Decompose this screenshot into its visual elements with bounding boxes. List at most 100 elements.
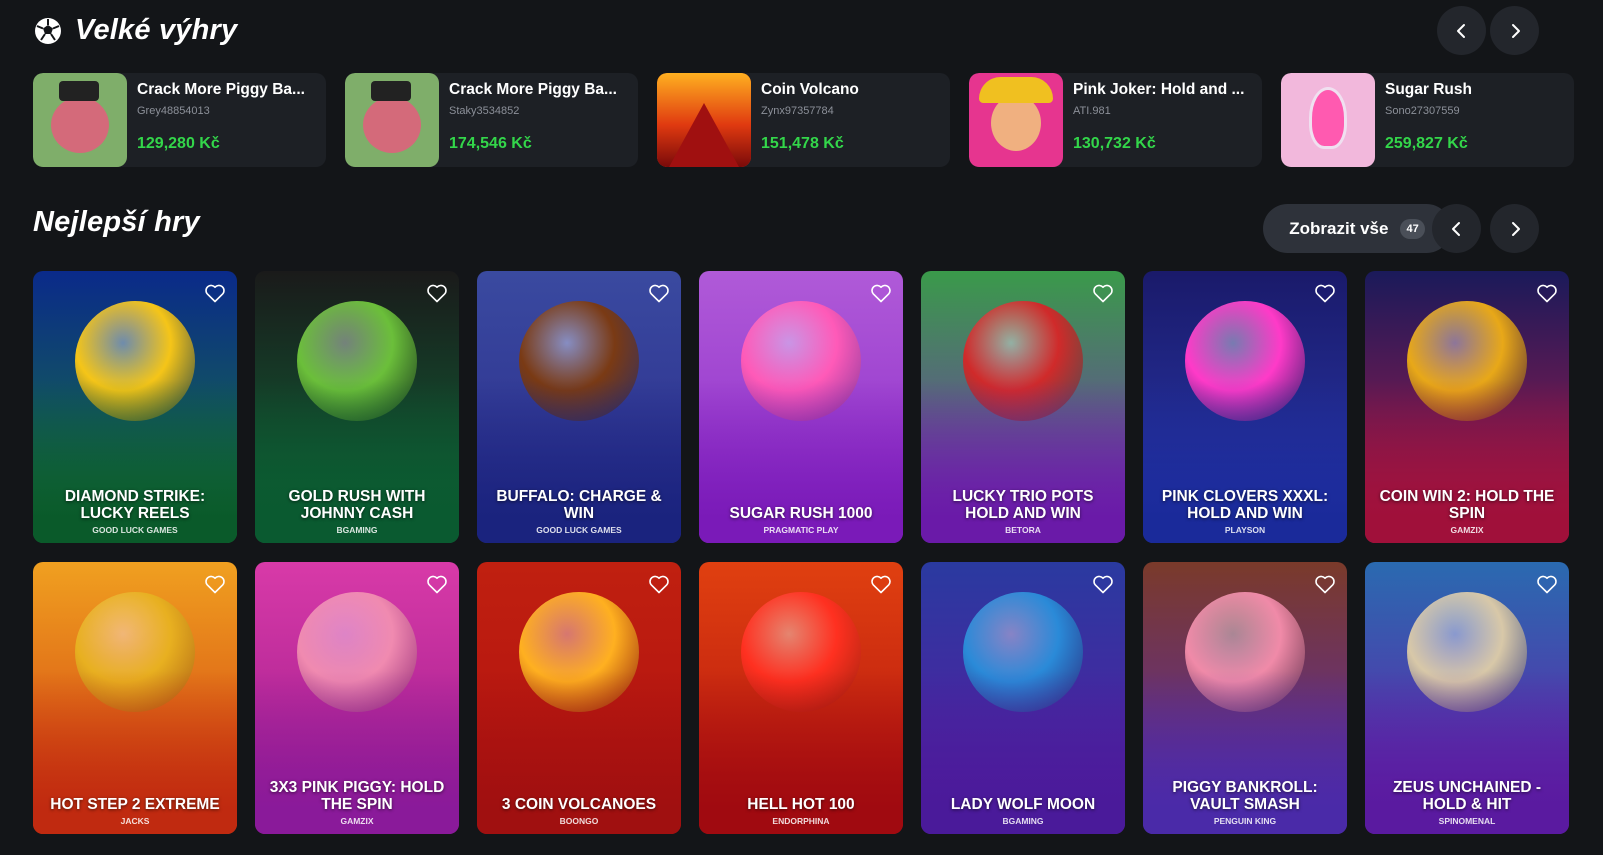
game-card[interactable]: Gold Rush with Johnny Cash BGaming: [255, 271, 459, 543]
favorite-heart-icon[interactable]: [425, 572, 449, 596]
favorite-heart-icon[interactable]: [1535, 281, 1559, 305]
game-text: Zeus Unchained - Hold & Hit Spinomenal: [1373, 779, 1561, 826]
win-info: Crack More Piggy Ba... Grey48854013 129,28…: [127, 73, 315, 167]
favorite-heart-icon[interactable]: [1091, 281, 1115, 305]
game-provider: BGaming: [1002, 816, 1044, 826]
win-game-thumbnail: [345, 73, 439, 167]
game-card[interactable]: Lucky Trio Pots Hold and Win Betora: [921, 271, 1125, 543]
win-game-name[interactable]: Crack More Piggy Ba...: [137, 81, 305, 99]
chevron-left-icon: [1456, 23, 1465, 38]
win-game-thumbnail: [33, 73, 127, 167]
favorite-heart-icon[interactable]: [425, 281, 449, 305]
game-title: Piggy Bankroll: Vault Smash: [1172, 779, 1318, 813]
win-amount: 259,827 Kč: [1385, 135, 1468, 152]
game-provider: Good Luck Games: [92, 525, 178, 535]
win-game-thumbnail: [657, 73, 751, 167]
big-wins-next-button[interactable]: [1490, 6, 1539, 55]
game-provider: Jacks: [120, 816, 150, 826]
game-card[interactable]: Buffalo: Charge & Win Good Luck Games: [477, 271, 681, 543]
win-info: Coin Volcano Zynx97357784 151,478 Kč: [751, 73, 869, 167]
favorite-heart-icon[interactable]: [869, 572, 893, 596]
best-games-grid: Diamond Strike: Lucky Reels Good Luck Gam…: [33, 271, 1569, 834]
view-all-count-badge: 47: [1400, 218, 1425, 239]
game-title: Lucky Trio Pots Hold and Win: [952, 488, 1094, 522]
win-card[interactable]: Pink Joker: Hold and ... ATI.981 130,732 K…: [969, 73, 1262, 167]
game-text: Piggy Bankroll: Vault Smash Penguin King: [1151, 779, 1339, 826]
game-provider: Playson: [1224, 525, 1266, 535]
win-game-name[interactable]: Crack More Piggy Ba...: [449, 81, 617, 99]
win-game-name[interactable]: Pink Joker: Hold and ...: [1073, 81, 1244, 99]
win-card[interactable]: Crack More Piggy Ba... Grey48854013 129,28…: [33, 73, 326, 167]
favorite-heart-icon[interactable]: [203, 281, 227, 305]
win-card[interactable]: Sugar Rush Sono27307559 259,827 Kč: [1281, 73, 1574, 167]
win-game-name[interactable]: Coin Volcano: [761, 81, 859, 99]
best-games-next-button[interactable]: [1490, 204, 1539, 253]
game-provider: Endorphina: [772, 816, 830, 826]
game-provider: Gamzix: [340, 816, 374, 826]
game-title: Hot Step 2 Extreme: [50, 796, 220, 813]
best-games-title: Nejlepší hry: [33, 206, 200, 238]
win-username: Sono27307559: [1385, 105, 1460, 117]
view-all-button[interactable]: Zobrazit vše 47: [1263, 204, 1451, 253]
game-card[interactable]: Hell Hot 100 Endorphina: [699, 562, 903, 834]
game-text: Lady Wolf Moon BGaming: [929, 796, 1117, 826]
game-title: Sugar Rush 1000: [729, 505, 873, 522]
big-wins-header: Velké výhry: [33, 14, 237, 47]
game-title: Pink Clovers XXXL: Hold and Win: [1161, 488, 1329, 522]
game-card[interactable]: Diamond Strike: Lucky Reels Good Luck Gam…: [33, 271, 237, 543]
chevron-right-icon: [1511, 23, 1520, 38]
game-card[interactable]: 3x3 Pink Piggy: Hold the Spin Gamzix: [255, 562, 459, 834]
view-all-label: Zobrazit vše: [1289, 218, 1389, 238]
win-card[interactable]: Coin Volcano Zynx97357784 151,478 Kč: [657, 73, 950, 167]
favorite-heart-icon[interactable]: [1313, 281, 1337, 305]
game-card[interactable]: 3 Coin Volcanoes Boongo: [477, 562, 681, 834]
game-provider: Penguin King: [1213, 816, 1277, 826]
game-card[interactable]: Sugar Rush 1000 Pragmatic Play: [699, 271, 903, 543]
best-games-header: Nejlepší hry: [33, 206, 200, 239]
game-title: Zeus Unchained - Hold & Hit: [1392, 779, 1542, 813]
win-username: Zynx97357784: [761, 105, 834, 117]
favorite-heart-icon[interactable]: [647, 572, 671, 596]
win-username: Grey48854013: [137, 105, 210, 117]
big-wins-list: Crack More Piggy Ba... Grey48854013 129,28…: [33, 73, 1574, 167]
game-title: Coin Win 2: Hold the Spin: [1379, 488, 1555, 522]
favorite-heart-icon[interactable]: [203, 572, 227, 596]
soccer-ball-icon: [35, 17, 61, 44]
favorite-heart-icon[interactable]: [1313, 572, 1337, 596]
favorite-heart-icon[interactable]: [647, 281, 671, 305]
game-card[interactable]: Hot Step 2 Extreme Jacks: [33, 562, 237, 834]
big-wins-title: Velké výhry: [75, 14, 238, 46]
win-amount: 174,546 Kč: [449, 135, 532, 152]
favorite-heart-icon[interactable]: [869, 281, 893, 305]
favorite-heart-icon[interactable]: [1091, 572, 1115, 596]
chevron-right-icon: [1511, 221, 1520, 236]
win-amount: 151,478 Kč: [761, 135, 844, 152]
win-card[interactable]: Crack More Piggy Ba... Staky3534852 174,54…: [345, 73, 638, 167]
game-text: Lucky Trio Pots Hold and Win Betora: [929, 488, 1117, 535]
win-game-name[interactable]: Sugar Rush: [1385, 81, 1472, 99]
game-title: Buffalo: Charge & Win: [496, 488, 662, 522]
game-title: Diamond Strike: Lucky Reels: [64, 488, 206, 522]
game-text: 3 Coin Volcanoes Boongo: [485, 796, 673, 826]
game-provider: Betora: [1005, 525, 1041, 535]
game-text: Sugar Rush 1000 Pragmatic Play: [707, 505, 895, 535]
best-games-prev-button[interactable]: [1432, 204, 1481, 253]
big-wins-prev-button[interactable]: [1437, 6, 1486, 55]
game-card[interactable]: Piggy Bankroll: Vault Smash Penguin King: [1143, 562, 1347, 834]
game-title: 3 Coin Volcanoes: [501, 796, 657, 813]
game-provider: BGaming: [336, 525, 378, 535]
game-card[interactable]: Pink Clovers XXXL: Hold and Win Playson: [1143, 271, 1347, 543]
game-title: Hell Hot 100: [747, 796, 855, 813]
game-card[interactable]: Coin Win 2: Hold the Spin Gamzix: [1365, 271, 1569, 543]
favorite-heart-icon[interactable]: [1535, 572, 1559, 596]
game-provider: Good Luck Games: [536, 525, 622, 535]
game-title: Lady Wolf Moon: [950, 796, 1096, 813]
game-text: Diamond Strike: Lucky Reels Good Luck Gam…: [41, 488, 229, 535]
win-amount: 130,732 Kč: [1073, 135, 1156, 152]
game-text: Hell Hot 100 Endorphina: [707, 796, 895, 826]
game-card[interactable]: Zeus Unchained - Hold & Hit Spinomenal: [1365, 562, 1569, 834]
game-provider: Boongo: [559, 816, 599, 826]
game-title: Gold Rush with Johnny Cash: [288, 488, 426, 522]
game-card[interactable]: Lady Wolf Moon BGaming: [921, 562, 1125, 834]
chevron-left-icon: [1451, 221, 1460, 236]
